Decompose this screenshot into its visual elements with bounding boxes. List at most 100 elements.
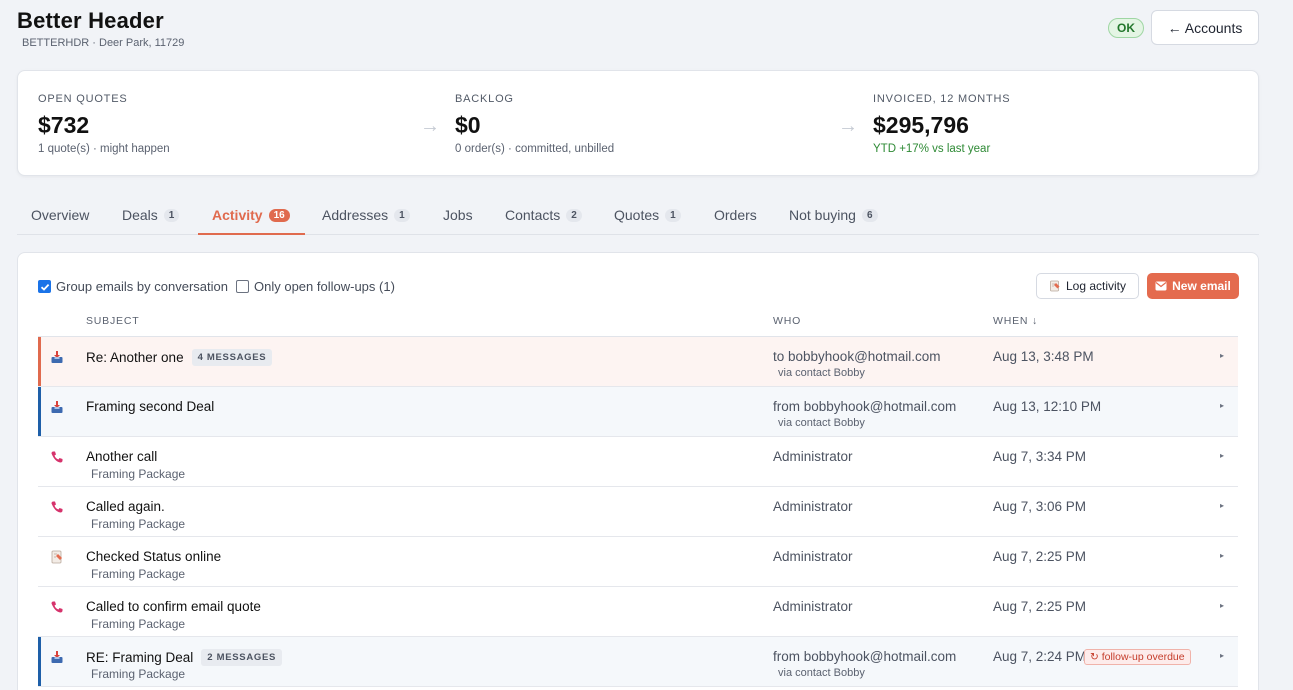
note-icon: [1050, 280, 1060, 292]
row-when: Aug 7, 3:34 PM: [993, 449, 1087, 464]
column-when[interactable]: WHEN ↓: [993, 315, 1038, 327]
checkbox-unchecked-icon[interactable]: [236, 280, 249, 293]
subject-text: Another call: [86, 449, 158, 464]
status-badge: OK: [1108, 18, 1144, 38]
follow-up-overdue-badge: ↻ follow-up overdue: [1084, 649, 1191, 665]
column-who[interactable]: WHO: [773, 315, 801, 327]
open-followups-label: Only open follow-ups (1): [254, 279, 395, 294]
log-activity-button[interactable]: Log activity: [1036, 273, 1139, 299]
metric-invoiced: INVOICED, 12 MONTHS $295,796 YTD +17% vs…: [873, 93, 1010, 155]
activity-panel: Group emails by conversation Only open f…: [17, 252, 1259, 690]
message-count-badge: 4 MESSAGES: [191, 349, 273, 366]
phone-icon: [51, 501, 63, 513]
inbox-icon: [51, 401, 63, 413]
chevron-right-icon[interactable]: ▸: [1220, 351, 1224, 360]
row-who: Administrator: [773, 449, 853, 464]
row-when: Aug 13, 3:48 PM: [993, 349, 1094, 364]
table-row[interactable]: Called again. Framing Package Administra…: [38, 487, 1238, 537]
message-count-badge: 2 MESSAGES: [201, 649, 283, 666]
tab-count: 6: [861, 209, 878, 222]
phone-icon: [51, 601, 63, 613]
table-row[interactable]: Re: Another one 4 MESSAGES to bobbyhook@…: [38, 337, 1238, 387]
inbox-icon: [51, 351, 63, 363]
group-emails-checkbox[interactable]: Group emails by conversation: [38, 279, 228, 294]
chevron-right-icon[interactable]: ▸: [1220, 551, 1224, 560]
subject-text: Called again.: [86, 499, 165, 514]
tab-label: Addresses: [322, 207, 389, 223]
arrow-right-icon: →: [420, 115, 440, 137]
row-context: Framing Package: [91, 517, 186, 531]
metric-backlog: BACKLOG $0 0 order(s) · committed, unbil…: [455, 93, 614, 155]
note-icon: [51, 550, 62, 564]
row-subject: RE: Framing Deal 2 MESSAGES: [86, 649, 283, 666]
tab-label: Contacts: [505, 207, 561, 223]
tab-overview[interactable]: Overview: [31, 198, 89, 235]
subject-text: RE: Framing Deal: [86, 650, 194, 665]
tab-bar: Overview Deals 1 Activity 16 Addresses 1 Jo…: [17, 198, 1259, 235]
new-email-label: New email: [1172, 279, 1231, 293]
chevron-right-icon[interactable]: ▸: [1220, 401, 1224, 410]
row-marker: [38, 637, 41, 686]
row-marker: [38, 337, 41, 386]
row-context: Framing Package: [91, 467, 186, 481]
row-context: Framing Package: [91, 617, 186, 631]
group-emails-label: Group emails by conversation: [56, 279, 228, 294]
row-who: from bobbyhook@hotmail.com: [773, 649, 957, 664]
row-subject: Called again.: [86, 499, 165, 514]
row-marker: [38, 387, 41, 436]
subject-text: Called to confirm email quote: [86, 599, 261, 614]
chevron-right-icon[interactable]: ▸: [1220, 451, 1224, 460]
summary-card: OPEN QUOTES $732 1 quote(s) · might happ…: [17, 70, 1259, 176]
metric-note: YTD +17% vs last year: [873, 143, 991, 155]
row-when: Aug 7, 2:24 PM: [993, 649, 1087, 664]
metric-label: INVOICED, 12 MONTHS: [873, 93, 1011, 105]
metric-note: 0 order(s) · committed, unbilled: [455, 143, 615, 155]
subject-text: Checked Status online: [86, 549, 222, 564]
tab-deals[interactable]: Deals 1: [122, 198, 180, 235]
tab-label: Jobs: [443, 207, 473, 223]
row-when: Aug 7, 2:25 PM: [993, 599, 1087, 614]
tab-contacts[interactable]: Contacts 2: [505, 198, 582, 235]
table-row[interactable]: Called to confirm email quote Framing Pa…: [38, 587, 1238, 637]
metric-value: $0: [455, 112, 481, 138]
table-row[interactable]: Framing second Deal from bobbyhook@hotma…: [38, 387, 1238, 437]
chevron-right-icon[interactable]: ▸: [1220, 651, 1224, 660]
row-when: Aug 7, 2:25 PM: [993, 549, 1087, 564]
table-row[interactable]: Checked Status online Framing Package Ad…: [38, 537, 1238, 587]
tab-label: Deals: [122, 207, 158, 223]
column-subject[interactable]: SUBJECT: [86, 315, 139, 327]
new-email-button[interactable]: New email: [1147, 273, 1239, 299]
tab-count: 2: [566, 209, 582, 222]
table-row[interactable]: Another call Framing Package Administrat…: [38, 437, 1238, 487]
tab-addresses[interactable]: Addresses 1: [322, 198, 410, 235]
phone-icon: [51, 451, 63, 463]
row-when: Aug 7, 3:06 PM: [993, 499, 1087, 514]
metric-value: $295,796: [873, 112, 969, 138]
table-row[interactable]: RE: Framing Deal 2 MESSAGES Framing Pack…: [38, 637, 1238, 687]
metric-note: 1 quote(s) · might happen: [38, 143, 170, 155]
row-context: Framing Package: [91, 567, 186, 581]
row-context: Framing Package: [91, 667, 186, 681]
tab-not-buying[interactable]: Not buying 6: [789, 198, 878, 235]
chevron-right-icon[interactable]: ▸: [1220, 601, 1224, 610]
tab-count: 1: [163, 209, 180, 222]
tab-activity[interactable]: Activity 16: [198, 198, 305, 235]
chevron-right-icon[interactable]: ▸: [1220, 501, 1224, 510]
account-subtitle: BETTERHDR · Deer Park, 11729: [22, 37, 185, 49]
arrow-right-icon: →: [838, 115, 858, 137]
account-header: Better Header BETTERHDR · Deer Park, 117…: [17, 8, 184, 49]
row-subject: Another call: [86, 449, 157, 464]
row-subject: Checked Status online: [86, 549, 221, 564]
checkbox-checked-icon[interactable]: [38, 280, 51, 293]
row-who: to bobbyhook@hotmail.com: [773, 349, 941, 364]
tab-count: 16: [268, 209, 290, 222]
tab-count: 1: [394, 209, 410, 222]
row-who: Administrator: [773, 499, 853, 514]
back-to-accounts-button[interactable]: ← Accounts: [1151, 10, 1259, 45]
tab-jobs[interactable]: Jobs: [443, 198, 473, 235]
row-subject: Framing second Deal: [86, 399, 214, 414]
metric-open-quotes: OPEN QUOTES $732 1 quote(s) · might happ…: [38, 93, 170, 155]
tab-quotes[interactable]: Quotes 1: [614, 198, 681, 235]
tab-orders[interactable]: Orders: [714, 198, 757, 235]
open-followups-checkbox[interactable]: Only open follow-ups (1): [236, 279, 395, 294]
